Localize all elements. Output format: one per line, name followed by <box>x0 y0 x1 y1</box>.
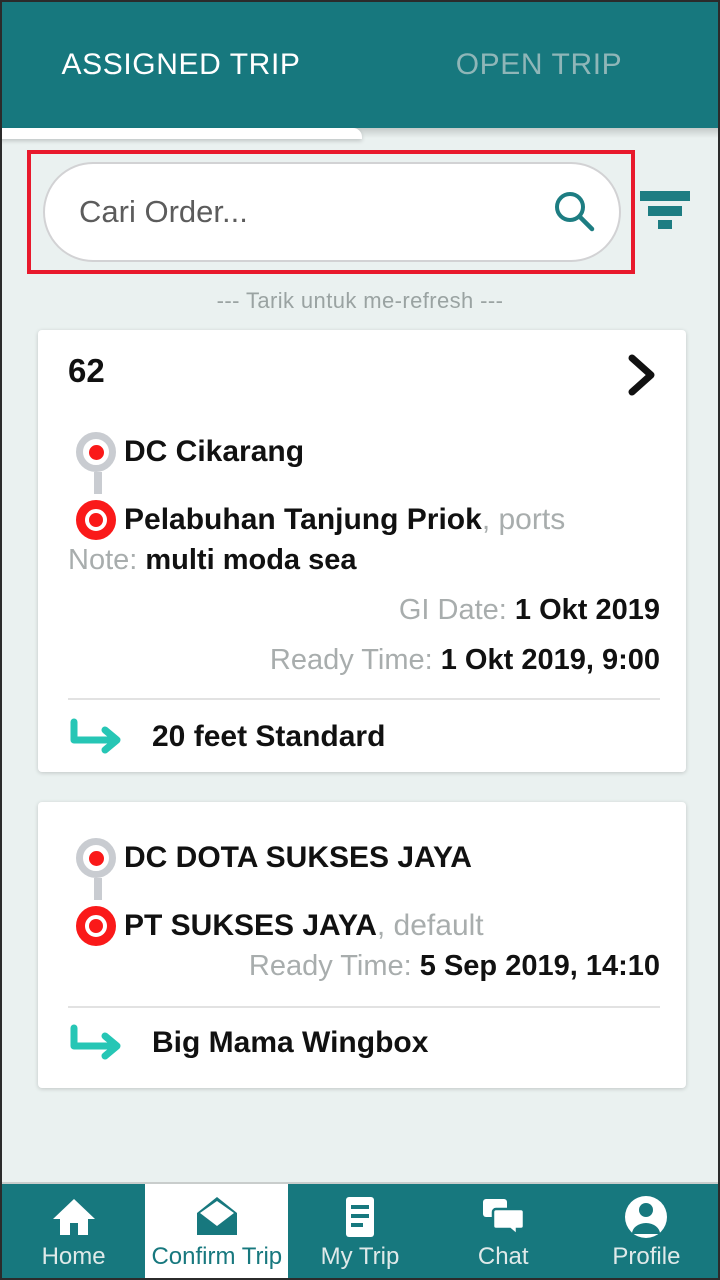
destination-marker-icon <box>76 906 116 946</box>
route-connector <box>94 472 102 494</box>
route-origin-row: DC DOTA SUKSES JAYA <box>68 832 660 900</box>
nav-item-profile-label: Profile <box>612 1243 681 1270</box>
turn-arrow-icon <box>68 1024 130 1062</box>
origin-marker-col <box>68 426 124 494</box>
destination-location: PT SUKSES JAYA, default <box>124 909 484 943</box>
person-icon <box>622 1193 670 1241</box>
nav-item-home[interactable]: Home <box>2 1184 145 1278</box>
gi-date-label: GI Date: <box>398 594 515 626</box>
nav-item-profile[interactable]: Profile <box>575 1184 718 1278</box>
nav-item-chat[interactable]: Chat <box>432 1184 575 1278</box>
envelope-icon <box>193 1193 241 1241</box>
note-row: Note: multi moda sea <box>68 544 357 577</box>
card-divider <box>68 1006 660 1008</box>
trip-id: 62 <box>68 352 105 389</box>
top-tab-bar: ASSIGNED TRIP OPEN TRIP <box>2 2 718 128</box>
nav-item-chat-label: Chat <box>477 1243 529 1270</box>
tab-open-trip-label: OPEN TRIP <box>455 48 623 81</box>
route-block: DC DOTA SUKSES JAYA PT SUKSES JAYA, defa… <box>68 832 660 952</box>
gi-date-row: GI Date: 1 Okt 2019 <box>399 594 660 627</box>
tab-open-trip[interactable]: OPEN TRIP <box>360 48 718 82</box>
route-destination-row: Pelabuhan Tanjung Priok, ports <box>68 494 660 546</box>
destination-location-name: Pelabuhan Tanjung Priok <box>124 503 482 536</box>
nav-item-my-trip-label: My Trip <box>320 1243 400 1270</box>
destination-marker-col <box>68 900 124 952</box>
vehicle-row: Big Mama Wingbox <box>68 1024 428 1062</box>
origin-marker-icon <box>76 838 116 878</box>
origin-location: DC Cikarang <box>124 435 304 469</box>
home-icon <box>50 1193 98 1241</box>
card-divider <box>68 698 660 700</box>
chevron-right-icon[interactable] <box>620 352 660 398</box>
route-origin-row: DC Cikarang <box>68 426 660 494</box>
active-tab-indicator <box>2 128 362 139</box>
origin-location-name: DC DOTA SUKSES JAYA <box>124 841 472 874</box>
route-block: DC Cikarang Pelabuhan Tanjung Priok, por… <box>68 426 660 546</box>
turn-arrow-icon <box>68 718 130 756</box>
tab-assigned-trip[interactable]: ASSIGNED TRIP <box>2 48 360 82</box>
ready-time-label: Ready Time: <box>269 644 441 676</box>
destination-location-type: , ports <box>481 503 566 536</box>
destination-location: Pelabuhan Tanjung Priok, ports <box>124 503 565 537</box>
vehicle-row: 20 feet Standard <box>68 718 385 756</box>
route-connector <box>94 878 102 900</box>
note-value: multi moda sea <box>145 544 357 576</box>
destination-marker-col <box>68 494 124 546</box>
trip-card[interactable]: 62 DC Cikarang Pelabuhan Tanjung Priok, … <box>38 330 686 772</box>
nav-item-confirm-trip[interactable]: Confirm Trip <box>145 1184 289 1278</box>
nav-item-confirm-trip-label: Confirm Trip <box>151 1243 283 1270</box>
chat-icon <box>479 1193 527 1241</box>
route-destination-row: PT SUKSES JAYA, default <box>68 900 660 952</box>
vehicle-label: Big Mama Wingbox <box>152 1026 429 1059</box>
ready-time-value: 5 Sep 2019, 14:10 <box>419 950 660 982</box>
nav-item-my-trip[interactable]: My Trip <box>288 1184 431 1278</box>
ready-time-value: 1 Okt 2019, 9:00 <box>440 644 660 676</box>
destination-location-type: , default <box>376 909 484 942</box>
origin-marker-col <box>68 832 124 900</box>
origin-location: DC DOTA SUKSES JAYA <box>124 841 472 875</box>
destination-marker-icon <box>76 500 116 540</box>
search-highlight-annotation <box>27 150 635 274</box>
nav-item-home-label: Home <box>41 1243 106 1270</box>
gi-date-value: 1 Okt 2019 <box>514 594 660 626</box>
note-label: Note: <box>68 544 146 576</box>
ready-time-label: Ready Time: <box>248 950 420 982</box>
vehicle-label: 20 feet Standard <box>152 720 386 753</box>
pull-to-refresh-hint: --- Tarik untuk me-refresh --- <box>216 288 504 313</box>
list-icon <box>336 1193 384 1241</box>
tab-assigned-trip-label: ASSIGNED TRIP <box>61 48 301 81</box>
destination-location-name: PT SUKSES JAYA <box>124 909 377 942</box>
bottom-navigation-bar: Home Confirm Trip My Trip Chat Profile <box>2 1182 718 1278</box>
origin-marker-icon <box>76 432 116 472</box>
filter-icon[interactable] <box>639 187 691 231</box>
ready-time-row: Ready Time: 5 Sep 2019, 14:10 <box>249 950 660 983</box>
ready-time-row: Ready Time: 1 Okt 2019, 9:00 <box>270 644 660 677</box>
app-screen: ASSIGNED TRIP OPEN TRIP --- Tarik untuk … <box>0 0 720 1280</box>
origin-location-name: DC Cikarang <box>124 435 305 468</box>
trip-card[interactable]: DC DOTA SUKSES JAYA PT SUKSES JAYA, defa… <box>38 802 686 1088</box>
